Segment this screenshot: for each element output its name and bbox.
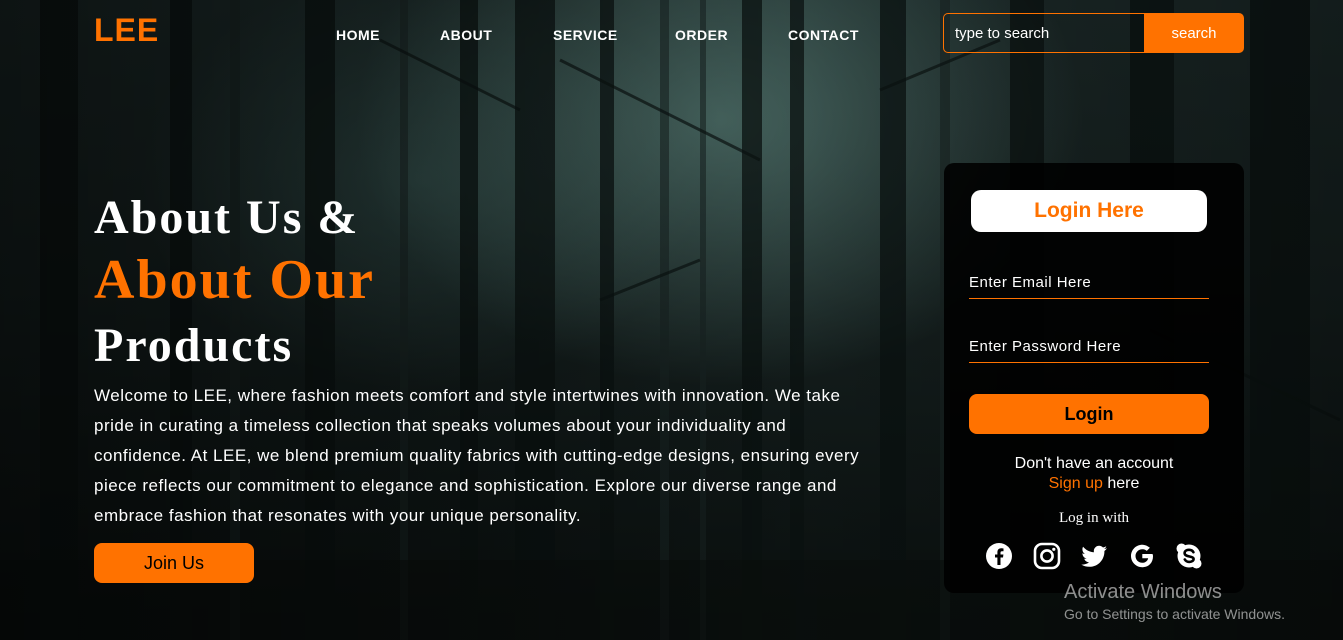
search-bar: search xyxy=(943,13,1244,53)
no-account-text: Don't have an account xyxy=(1014,455,1174,472)
google-icon[interactable] xyxy=(1127,541,1157,571)
signup-suffix: here xyxy=(1102,475,1140,492)
password-field[interactable] xyxy=(969,331,1209,363)
nav-about[interactable]: ABOUT xyxy=(440,27,492,43)
search-input[interactable] xyxy=(943,13,1144,53)
join-us-button[interactable]: Join Us xyxy=(94,543,254,583)
signup-link[interactable]: Sign up xyxy=(1049,475,1103,492)
twitter-icon[interactable] xyxy=(1079,541,1109,571)
logo[interactable]: LEE xyxy=(94,12,159,49)
email-field[interactable] xyxy=(969,267,1209,299)
hero-heading: About Us & About Our Products xyxy=(94,186,874,377)
login-button[interactable]: Login xyxy=(969,394,1209,434)
hero-heading-line2: About Our xyxy=(94,249,375,311)
hero-section: About Us & About Our Products Welcome to… xyxy=(94,186,874,531)
nav-contact[interactable]: CONTACT xyxy=(788,27,859,43)
facebook-icon[interactable] xyxy=(984,541,1014,571)
login-form: Login Here Login Don't have an account S… xyxy=(944,163,1244,593)
signup-prompt: Don't have an account Sign up here xyxy=(944,454,1244,494)
hero-paragraph: Welcome to LEE, where fashion meets comf… xyxy=(94,386,860,525)
watermark-title: Activate Windows xyxy=(1064,581,1222,603)
nav-home[interactable]: HOME xyxy=(336,27,380,43)
skype-icon[interactable] xyxy=(1174,541,1204,571)
windows-activation-watermark: Activate Windows Go to Settings to activ… xyxy=(1064,581,1285,622)
hero-heading-line3: Products xyxy=(94,319,294,372)
instagram-icon[interactable] xyxy=(1032,541,1062,571)
nav-service[interactable]: SERVICE xyxy=(553,27,618,43)
watermark-subtitle: Go to Settings to activate Windows. xyxy=(1064,606,1285,622)
login-title: Login Here xyxy=(971,190,1207,232)
log-in-with-label: Log in with xyxy=(1059,510,1129,526)
social-login-icons xyxy=(984,541,1204,571)
hero-heading-line1: About Us & xyxy=(94,191,360,244)
search-button[interactable]: search xyxy=(1144,13,1244,53)
nav-order[interactable]: ORDER xyxy=(675,27,728,43)
